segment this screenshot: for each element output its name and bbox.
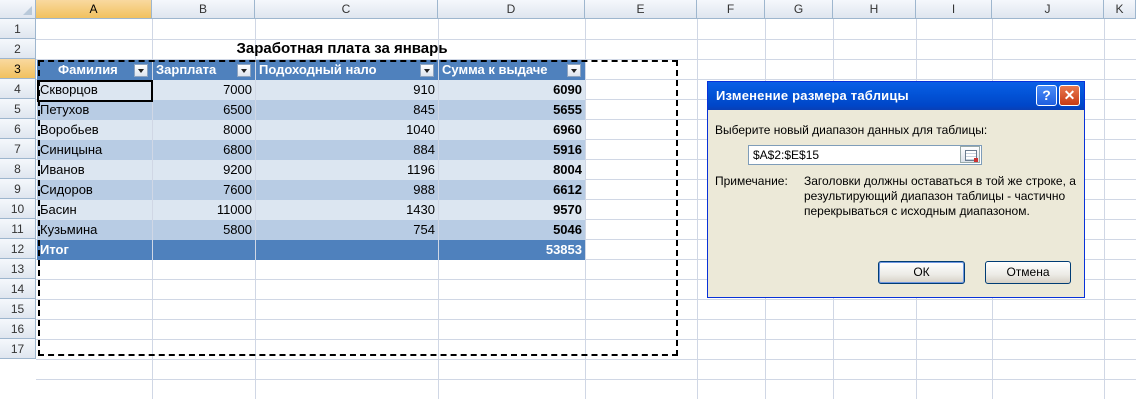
row-header-3[interactable]: 3 <box>0 59 36 79</box>
gridline <box>697 19 698 399</box>
header-label: Зарплата <box>156 62 217 77</box>
ok-button[interactable]: ОК <box>878 261 965 284</box>
row-header-15[interactable]: 15 <box>0 299 36 319</box>
header-label: Подоходный нало <box>259 62 377 77</box>
table-cell-payout[interactable]: 6960 <box>439 120 585 140</box>
column-header-b[interactable]: B <box>152 0 255 19</box>
row-header-11[interactable]: 11 <box>0 219 36 239</box>
table-cell-name[interactable]: Кузьмина <box>37 220 152 240</box>
total-value[interactable]: 53853 <box>439 240 585 260</box>
select-all-corner[interactable] <box>0 0 36 19</box>
row-header-2[interactable]: 2 <box>0 39 36 59</box>
note-label: Примечание: <box>715 174 788 188</box>
gridline <box>36 299 1136 300</box>
total-cell-empty[interactable] <box>153 240 255 260</box>
table-cell-salary[interactable]: 9200 <box>153 160 255 180</box>
table-cell-name[interactable]: Петухов <box>37 100 152 120</box>
table-cell-tax[interactable]: 754 <box>256 220 438 240</box>
row-header-14[interactable]: 14 <box>0 279 36 299</box>
filter-dropdown-icon[interactable] <box>134 64 148 77</box>
total-cell-empty[interactable] <box>256 240 438 260</box>
table-header-tax[interactable]: Подоходный нало <box>256 60 438 80</box>
row-header-8[interactable]: 8 <box>0 159 36 179</box>
table-cell-payout[interactable]: 9570 <box>439 200 585 220</box>
gridline <box>36 339 1136 340</box>
table-cell-tax[interactable]: 988 <box>256 180 438 200</box>
column-header-e[interactable]: E <box>585 0 697 19</box>
range-prompt-label: Выберите новый диапазон данных для табли… <box>715 123 988 137</box>
resize-table-dialog: Изменение размера таблицы ? ✕ Выберите н… <box>707 81 1085 298</box>
table-cell-tax[interactable]: 1040 <box>256 120 438 140</box>
column-header-h[interactable]: H <box>833 0 916 19</box>
close-button[interactable]: ✕ <box>1059 85 1080 106</box>
active-cell-cursor <box>37 80 153 102</box>
table-cell-name[interactable]: Иванов <box>37 160 152 180</box>
column-header-j[interactable]: J <box>992 0 1104 19</box>
total-label[interactable]: Итог <box>37 240 152 260</box>
row-header-12[interactable]: 12 <box>0 239 36 259</box>
row-header-7[interactable]: 7 <box>0 139 36 159</box>
table-cell-salary[interactable]: 6800 <box>153 140 255 160</box>
table-cell-payout[interactable]: 5655 <box>439 100 585 120</box>
table-cell-name[interactable]: Сидоров <box>37 180 152 200</box>
table-cell-salary[interactable]: 6500 <box>153 100 255 120</box>
range-field-box[interactable] <box>748 145 982 165</box>
table-cell-payout[interactable]: 6612 <box>439 180 585 200</box>
table-cell-tax[interactable]: 845 <box>256 100 438 120</box>
column-header-i[interactable]: I <box>916 0 992 19</box>
table-cell-payout[interactable]: 5046 <box>439 220 585 240</box>
column-header-k[interactable]: K <box>1104 0 1136 19</box>
gridline <box>36 379 1136 380</box>
help-button[interactable]: ? <box>1036 85 1057 106</box>
table-cell-tax[interactable]: 1430 <box>256 200 438 220</box>
table-cell-tax[interactable]: 910 <box>256 80 438 100</box>
row-header-1[interactable]: 1 <box>0 19 36 39</box>
table-cell-name[interactable]: Басин <box>37 200 152 220</box>
row-header-9[interactable]: 9 <box>0 179 36 199</box>
table-cell-tax[interactable]: 884 <box>256 140 438 160</box>
row-header-6[interactable]: 6 <box>0 119 36 139</box>
table-cell-name[interactable]: Синицына <box>37 140 152 160</box>
note-text: Заголовки должны оставаться в той же стр… <box>804 174 1076 218</box>
header-label: Сумма к выдаче <box>442 62 548 77</box>
row-header-4[interactable]: 4 <box>0 79 36 99</box>
column-header-g[interactable]: G <box>765 0 833 19</box>
row-header-13[interactable]: 13 <box>0 259 36 279</box>
dialog-title: Изменение размера таблицы <box>716 88 909 103</box>
table-cell-salary[interactable]: 5800 <box>153 220 255 240</box>
gridline <box>36 359 1136 360</box>
filter-dropdown-icon[interactable] <box>237 64 251 77</box>
column-header-a[interactable]: A <box>36 0 152 19</box>
row-header-5[interactable]: 5 <box>0 99 36 119</box>
gridline <box>36 319 1136 320</box>
table-cell-payout[interactable]: 8004 <box>439 160 585 180</box>
row-header-17[interactable]: 17 <box>0 339 36 359</box>
row-header-10[interactable]: 10 <box>0 199 36 219</box>
range-input[interactable] <box>753 146 953 164</box>
table-cell-salary[interactable]: 7000 <box>153 80 255 100</box>
dialog-titlebar[interactable]: Изменение размера таблицы ? ✕ <box>708 82 1084 110</box>
row-header-16[interactable]: 16 <box>0 319 36 339</box>
table-cell-payout[interactable]: 6090 <box>439 80 585 100</box>
table-cell-salary[interactable]: 7600 <box>153 180 255 200</box>
table-cell-salary[interactable]: 11000 <box>153 200 255 220</box>
column-header-f[interactable]: F <box>697 0 765 19</box>
cancel-button[interactable]: Отмена <box>985 261 1071 284</box>
column-header-c[interactable]: C <box>255 0 438 19</box>
filter-dropdown-icon[interactable] <box>420 64 434 77</box>
table-cell-tax[interactable]: 1196 <box>256 160 438 180</box>
sheet-title[interactable]: Заработная плата за январь <box>152 39 532 59</box>
table-cell-payout[interactable]: 5916 <box>439 140 585 160</box>
table-header-payout[interactable]: Сумма к выдаче <box>439 60 585 80</box>
header-label: Фамилия <box>58 62 118 77</box>
filter-dropdown-icon[interactable] <box>567 64 581 77</box>
table-cell-salary[interactable]: 8000 <box>153 120 255 140</box>
collapse-dialog-button[interactable] <box>960 146 980 163</box>
gridline <box>585 19 586 399</box>
gridline <box>1104 19 1105 399</box>
range-select-icon <box>965 150 978 162</box>
table-cell-name[interactable]: Воробьев <box>37 120 152 140</box>
column-header-d[interactable]: D <box>438 0 585 19</box>
